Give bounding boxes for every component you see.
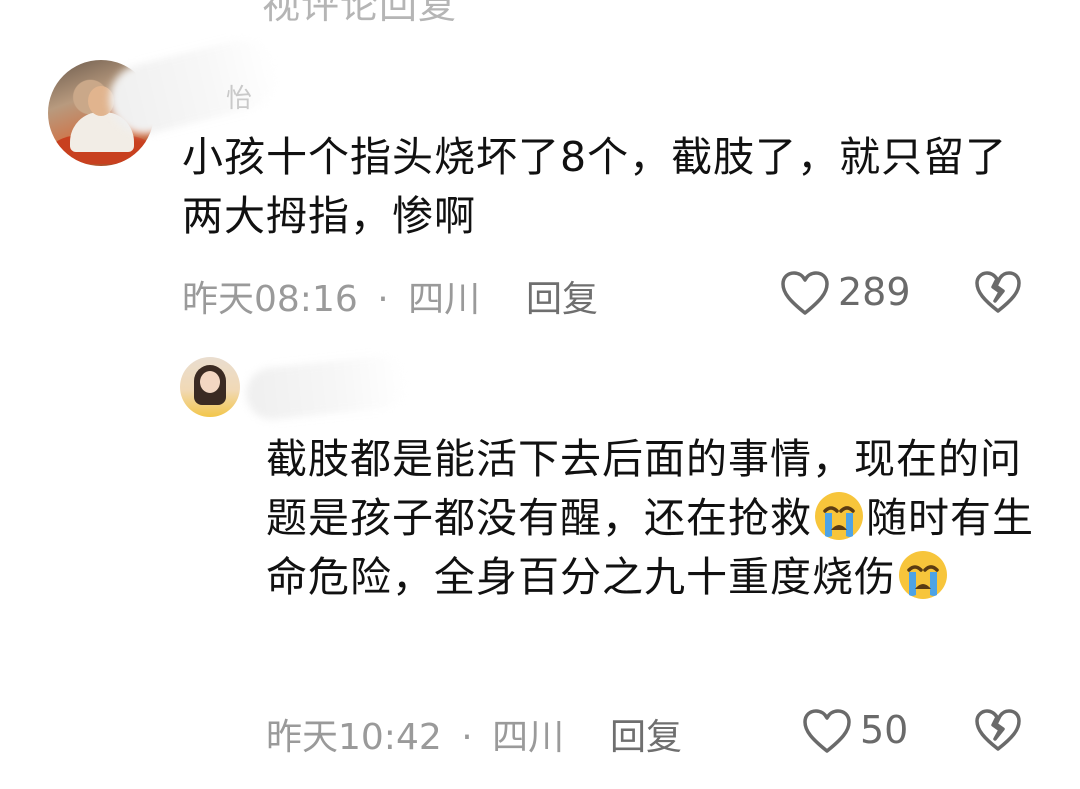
meta-separator: · [461,717,473,758]
like-count: 289 [838,270,911,314]
comment-text: 小孩十个指头烧坏了8个，截肢了，就只留了两大拇指，惨啊 [182,133,1008,240]
avatar[interactable] [180,357,240,417]
heart-outline-icon[interactable] [780,270,830,316]
blurred-username[interactable] [243,353,409,423]
previous-comment-fragment: 视评论回复 [262,0,458,27]
reply-button[interactable]: 回复 [526,270,598,322]
username-fragment: 怡 [226,84,253,114]
comment-text: 截肢都是能活下去后面的事情，现在的问题是孩子都没有醒，还在抢救 随时有生命危险，全… [266,430,1046,607]
comment-time: 昨天08:16 [182,279,358,320]
like-count: 50 [860,708,909,752]
comment-location: 四川 [492,717,565,758]
broken-heart-icon[interactable] [974,708,1022,752]
blurred-username[interactable] [102,32,284,142]
reply-button[interactable]: 回复 [610,708,682,760]
heart-outline-icon[interactable] [802,708,852,754]
comment-meta: 昨天08:16 · 四川 [182,270,480,322]
meta-separator: · [377,279,389,320]
broken-heart-icon[interactable] [974,270,1022,314]
comment-meta: 昨天10:42 · 四川 [266,708,564,760]
comment-time: 昨天10:42 [266,717,442,758]
loudly-crying-face-emoji [813,490,865,542]
comment-location: 四川 [408,279,481,320]
loudly-crying-face-emoji [897,549,949,601]
